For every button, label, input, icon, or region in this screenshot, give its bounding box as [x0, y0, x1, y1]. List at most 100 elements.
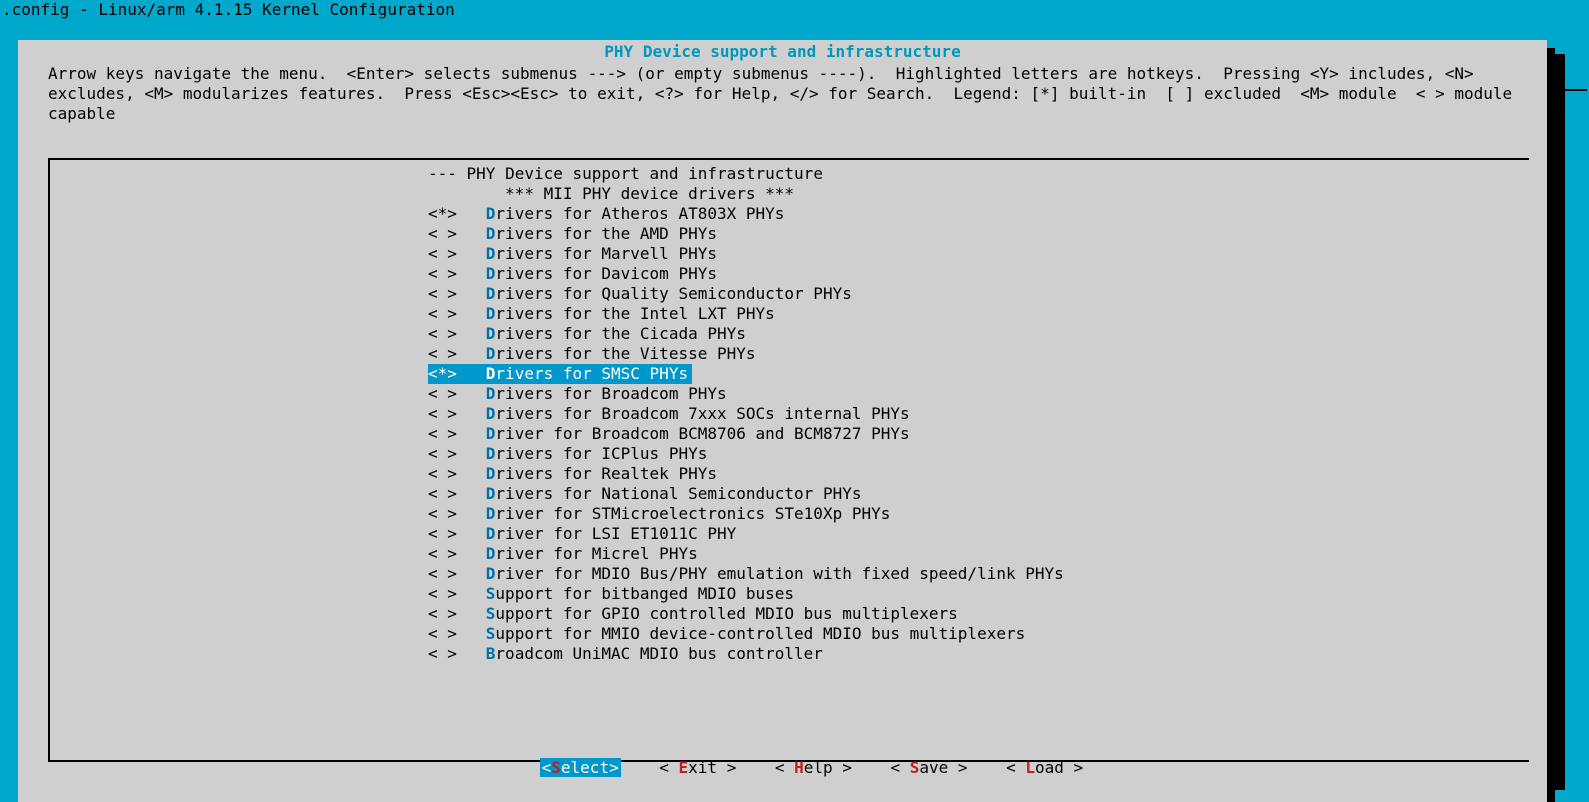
menu-item-label: upport for GPIO controlled MDIO bus mult…	[495, 604, 957, 623]
menu-item[interactable]: < > Broadcom UniMAC MDIO bus controller	[428, 644, 1529, 664]
menuconfig-screen: .config - Linux/arm 4.1.15 Kernel Config…	[0, 0, 1589, 802]
menu-item-label: roadcom UniMAC MDIO bus controller	[495, 644, 823, 663]
window-title: .config - Linux/arm 4.1.15 Kernel Config…	[0, 0, 1589, 20]
menu-item[interactable]: < > Drivers for the Intel LXT PHYs	[428, 304, 1529, 324]
menu-item[interactable]: < > Drivers for the AMD PHYs	[428, 224, 1529, 244]
menu-item-state[interactable]: < >	[428, 304, 457, 324]
menu-item[interactable]: < > Drivers for Marvell PHYs	[428, 244, 1529, 264]
menu-item-label: rivers for the Intel LXT PHYs	[495, 304, 774, 323]
menu-item-label: rivers for ICPlus PHYs	[495, 444, 707, 463]
menu-item-hotkey: D	[486, 264, 496, 283]
panel-title: PHY Device support and infrastructure	[18, 40, 1547, 62]
menu-item-state[interactable]: < >	[428, 384, 457, 404]
select-button[interactable]: <Select>	[540, 758, 621, 777]
menu-item[interactable]: <*> Drivers for SMSC PHYs	[428, 364, 692, 384]
menu-item-state[interactable]: < >	[428, 644, 457, 664]
menu-item-state[interactable]: < >	[428, 324, 457, 344]
load-button[interactable]: < Load >	[1006, 758, 1083, 777]
menu-item-label: river for Micrel PHYs	[495, 544, 697, 563]
menu-item-state[interactable]: < >	[428, 624, 457, 644]
menu-item-label: rivers for Davicom PHYs	[495, 264, 717, 283]
menu-item-hotkey: D	[486, 224, 496, 243]
menu-item[interactable]: < > Driver for Broadcom BCM8706 and BCM8…	[428, 424, 1529, 444]
menu-item[interactable]: < > Drivers for Davicom PHYs	[428, 264, 1529, 284]
menu-item-state[interactable]: < >	[428, 424, 457, 444]
menu-item-hotkey: D	[486, 244, 496, 263]
menu-item[interactable]: < > Drivers for Broadcom PHYs	[428, 384, 1529, 404]
menu-item[interactable]: < > Drivers for Broadcom 7xxx SOCs inter…	[428, 404, 1529, 424]
menu-item-state[interactable]: <*>	[428, 204, 457, 224]
menu-item-hotkey: D	[486, 404, 496, 423]
menu-item[interactable]: < > Driver for STMicroelectronics STe10X…	[428, 504, 1529, 524]
menu-item-state[interactable]: < >	[428, 604, 457, 624]
menu-item[interactable]: < > Support for MMIO device-controlled M…	[428, 624, 1529, 644]
menu-item-state[interactable]: < >	[428, 444, 457, 464]
menu-item-hotkey: D	[486, 424, 496, 443]
menu-item[interactable]: < > Drivers for the Cicada PHYs	[428, 324, 1529, 344]
menu-item-hotkey: B	[486, 644, 496, 663]
menu-item-hotkey: D	[486, 444, 496, 463]
menu-item-label: rivers for National Semiconductor PHYs	[495, 484, 861, 503]
menu-item-label: rivers for SMSC PHYs	[495, 364, 688, 383]
menu-item[interactable]: < > Support for GPIO controlled MDIO bus…	[428, 604, 1529, 624]
menu-item-state[interactable]: < >	[428, 564, 457, 584]
menu-item-state[interactable]: < >	[428, 544, 457, 564]
menu-item[interactable]: < > Driver for LSI ET1011C PHY	[428, 524, 1529, 544]
menu-item-label: rivers for Quality Semiconductor PHYs	[495, 284, 851, 303]
menu-item[interactable]: < > Driver for MDIO Bus/PHY emulation wi…	[428, 564, 1529, 584]
menu-item[interactable]: < > Driver for Micrel PHYs	[428, 544, 1529, 564]
menu-item-label: rivers for Realtek PHYs	[495, 464, 717, 483]
menu-item-label: rivers for Broadcom PHYs	[495, 384, 726, 403]
menu-item-label: river for LSI ET1011C PHY	[495, 524, 736, 543]
menu-item-label: river for Broadcom BCM8706 and BCM8727 P…	[495, 424, 909, 443]
exit-button[interactable]: < Exit >	[659, 758, 736, 777]
menu-item-hotkey: S	[486, 624, 496, 643]
menu-item[interactable]: < > Drivers for Realtek PHYs	[428, 464, 1529, 484]
menu-item-state[interactable]: < >	[428, 224, 457, 244]
menu-section-header: --- PHY Device support and infrastructur…	[428, 164, 1529, 184]
menu-item-state[interactable]: < >	[428, 284, 457, 304]
menu-item-state[interactable]: <*>	[428, 364, 457, 384]
menu-item-hotkey: D	[486, 284, 496, 303]
help-button[interactable]: < Help >	[775, 758, 852, 777]
menu-item-hotkey: D	[486, 484, 496, 503]
menu-item-label: rivers for the AMD PHYs	[495, 224, 717, 243]
menu-item-state[interactable]: < >	[428, 344, 457, 364]
scrollbar[interactable]	[1555, 54, 1565, 790]
menu-item[interactable]: < > Drivers for the Vitesse PHYs	[428, 344, 1529, 364]
menu-item-hotkey: D	[486, 204, 496, 223]
menu-item-hotkey: D	[486, 564, 496, 583]
menu-item-label: rivers for Atheros AT803X PHYs	[495, 204, 784, 223]
menu-item-state[interactable]: < >	[428, 584, 457, 604]
menu-item-state[interactable]: < >	[428, 484, 457, 504]
menu-item-label: rivers for Marvell PHYs	[495, 244, 717, 263]
menu-item[interactable]: < > Drivers for Quality Semiconductor PH…	[428, 284, 1529, 304]
panel-help-text: Arrow keys navigate the menu. <Enter> se…	[18, 62, 1547, 124]
menu-item-hotkey: S	[486, 604, 496, 623]
menu-item-hotkey: D	[486, 344, 496, 363]
menu-item[interactable]: < > Support for bitbanged MDIO buses	[428, 584, 1529, 604]
menu-item-hotkey: D	[486, 504, 496, 523]
menu-item-state[interactable]: < >	[428, 264, 457, 284]
menu-item-hotkey: D	[486, 524, 496, 543]
menu-item-label: rivers for the Vitesse PHYs	[495, 344, 755, 363]
save-button[interactable]: < Save >	[890, 758, 967, 777]
menu-item-state[interactable]: < >	[428, 464, 457, 484]
menu-item-hotkey: D	[486, 464, 496, 483]
menu-item-hotkey: D	[486, 324, 496, 343]
menu-item-state[interactable]: < >	[428, 504, 457, 524]
menu-item-hotkey: D	[486, 364, 496, 383]
menu-item-label: rivers for Broadcom 7xxx SOCs internal P…	[495, 404, 909, 423]
menu-item-state[interactable]: < >	[428, 524, 457, 544]
menu-item[interactable]: <*> Drivers for Atheros AT803X PHYs	[428, 204, 1529, 224]
menu-item-hotkey: D	[486, 544, 496, 563]
menu-item-label: upport for MMIO device-controlled MDIO b…	[495, 624, 1025, 643]
menu-item-state[interactable]: < >	[428, 244, 457, 264]
menu-item[interactable]: < > Drivers for National Semiconductor P…	[428, 484, 1529, 504]
menu-item-state[interactable]: < >	[428, 404, 457, 424]
menu-item[interactable]: < > Drivers for ICPlus PHYs	[428, 444, 1529, 464]
menu-item-label: river for STMicroelectronics STe10Xp PHY…	[495, 504, 890, 523]
menu-list[interactable]: --- PHY Device support and infrastructur…	[50, 164, 1529, 664]
menu-item-label: upport for bitbanged MDIO buses	[495, 584, 794, 603]
menu-box: --- PHY Device support and infrastructur…	[48, 158, 1529, 762]
